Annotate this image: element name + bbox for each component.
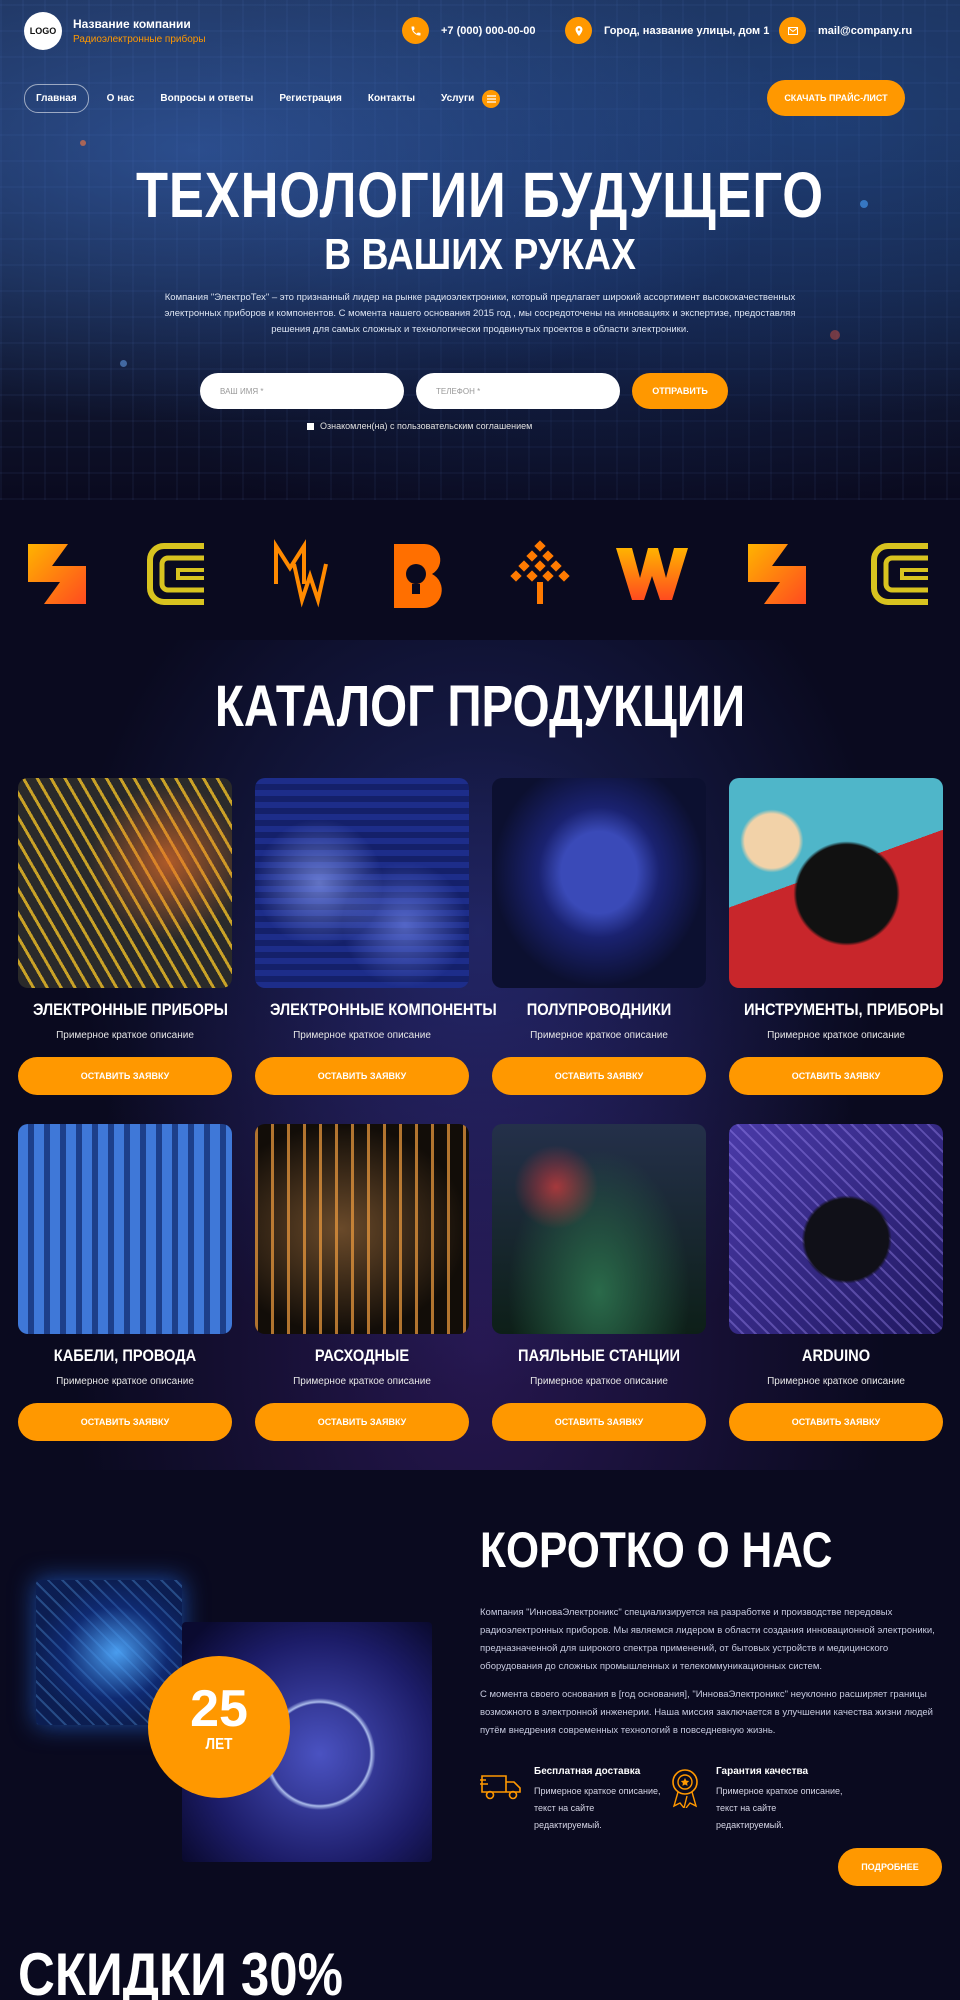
brand-logo-circuit-c-2 [871,543,928,605]
mail-icon [779,17,806,44]
name-input[interactable]: ВАШ ИМЯ * [200,373,404,409]
phone-text: +7 (000) 000-00-00 [441,24,536,37]
product-name: ИНСТРУМЕНТЫ, ПРИБОРЫ [743,1000,944,1019]
request-button[interactable]: ОСТАВИТЬ ЗАЯВКУ [255,1403,469,1441]
award-medal-icon [672,1769,698,1808]
nav-services[interactable]: Услуги [441,93,474,104]
feature-delivery-desc: Примерное краткое описание, текст на сай… [534,1786,661,1830]
years-label: ЛЕТ [205,1736,233,1753]
product-name: РАСХОДНЫЕ [314,1346,410,1365]
product-image [18,778,232,988]
company-name: Название компании [73,17,191,31]
company-subtitle: Радиоэлектронные приборы [73,34,206,45]
nav-registration[interactable]: Регистрация [279,93,342,104]
more-button[interactable]: ПОДРОБНЕЕ [838,1848,942,1886]
about-paragraph-1: Компания "ИнноваЭлектроникс" специализир… [480,1607,935,1672]
product-image [492,1124,706,1334]
request-button[interactable]: ОСТАВИТЬ ЗАЯВКУ [729,1057,943,1095]
brand-logo-lightning-s-2 [748,544,806,604]
hero-title: ТЕХНОЛОГИИ БУДУЩЕГО [136,159,824,231]
consent-checkbox[interactable]: Ознакомлен(на) с пользовательским соглаш… [307,421,532,431]
catalog-title: КАТАЛОГ ПРОДУКЦИИ [214,674,746,739]
logo[interactable]: LOGO [24,12,62,50]
main-nav: Главная О нас Вопросы и ответы Регистрац… [24,84,501,113]
product-image [492,778,706,988]
email-text: mail@company.ru [818,24,913,37]
nav-home[interactable]: Главная [24,84,89,113]
brand-logo-lightning-s [28,544,86,604]
years-number: 25 [190,1680,248,1738]
request-button[interactable]: ОСТАВИТЬ ЗАЯВКУ [18,1057,232,1095]
checkbox-icon[interactable] [307,422,314,430]
product-name: ПАЯЛЬНЫЕ СТАНЦИИ [517,1346,681,1365]
product-desc: Примерное краткое описание [56,1376,194,1387]
request-button[interactable]: ОСТАВИТЬ ЗАЯВКУ [255,1057,469,1095]
about-paragraph-2: С момента своего основания в [год основа… [480,1689,933,1736]
nav-faq[interactable]: Вопросы и ответы [160,93,253,104]
catalog-card: ПОЛУПРОВОДНИКИ Примерное краткое описани… [492,778,706,1095]
hero-subtitle: В ВАШИХ РУКАХ [324,230,636,279]
about-title: КОРОТКО О НАС [480,1522,833,1578]
feature-quality-title: Гарантия качества [716,1766,809,1777]
product-image [729,778,943,988]
product-name: ARDUINO [801,1346,871,1365]
phone-input[interactable]: ТЕЛЕФОН * [416,373,620,409]
header-phone[interactable]: +7 (000) 000-00-00 [402,17,535,44]
location-icon [565,17,592,44]
product-desc: Примерное краткое описание [530,1030,668,1041]
truck-icon [480,1775,521,1800]
nav-contacts[interactable]: Контакты [368,93,415,104]
feature-quality-desc: Примерное краткое описание, текст на сай… [716,1786,843,1830]
request-button[interactable]: ОСТАВИТЬ ЗАЯВКУ [492,1403,706,1441]
feature-quality: Гарантия качества Примерное краткое опис… [666,1766,844,1834]
header-email[interactable]: mail@company.ru [779,17,912,44]
product-name: ПОЛУПРОВОДНИКИ [526,1000,672,1019]
product-name: ЭЛЕКТРОННЫЕ ПРИБОРЫ [32,1000,228,1019]
send-button[interactable]: ОТПРАВИТЬ [632,373,728,409]
download-price-button[interactable]: СКАЧАТЬ ПРАЙС-ЛИСТ [767,80,905,116]
catalog-card: ЭЛЕКТРОННЫЕ ПРИБОРЫ Примерное краткое оп… [18,778,232,1095]
catalog-card: КАБЕЛИ, ПРОВОДА Примерное краткое описан… [18,1124,232,1441]
brand-logos [0,536,960,612]
product-image [255,778,469,988]
product-desc: Примерное краткое описание [530,1376,668,1387]
product-image [729,1124,943,1334]
discount-title: СКИДКИ 30% [18,1941,343,2000]
request-button[interactable]: ОСТАВИТЬ ЗАЯВКУ [492,1057,706,1095]
brand-logo-mw [274,539,328,608]
consent-label: Ознакомлен(на) с пользовательским соглаш… [320,421,533,431]
catalog-card: ARDUINO Примерное краткое описание ОСТАВ… [729,1124,943,1441]
product-name: ЭЛЕКТРОННЫЕ КОМПОНЕНТЫ [269,1000,497,1019]
nav-about[interactable]: О нас [107,93,135,104]
catalog-card: ЭЛЕКТРОННЫЕ КОМПОНЕНТЫ Примерное краткое… [255,778,497,1095]
product-image [18,1124,232,1334]
product-name: КАБЕЛИ, ПРОВОДА [53,1346,197,1365]
feature-delivery-title: Бесплатная доставка [534,1766,641,1777]
catalog-card: ИНСТРУМЕНТЫ, ПРИБОРЫ Примерное краткое о… [729,778,943,1095]
services-menu-icon[interactable] [482,89,501,108]
years-badge: 25 ЛЕТ [148,1656,290,1798]
request-button[interactable]: ОСТАВИТЬ ЗАЯВКУ [18,1403,232,1441]
brand-logo-diamond-tree [510,540,570,604]
request-button[interactable]: ОСТАВИТЬ ЗАЯВКУ [729,1403,943,1441]
brand-logo-circuit-c [147,543,204,605]
product-desc: Примерное краткое описание [293,1376,431,1387]
phone-icon [402,17,429,44]
catalog-card: РАСХОДНЫЕ Примерное краткое описание ОСТ… [255,1124,469,1441]
product-desc: Примерное краткое описание [767,1030,905,1041]
product-desc: Примерное краткое описание [767,1376,905,1387]
catalog-card: ПАЯЛЬНЫЕ СТАНЦИИ Примерное краткое описа… [492,1124,706,1441]
header-address: Город, название улицы, дом 1 [565,17,769,44]
feature-delivery: Бесплатная доставка Примерное краткое оп… [480,1766,662,1834]
product-desc: Примерное краткое описание [293,1030,431,1041]
brand-logo-bulb-b [394,543,442,608]
brand-logo-w [616,548,688,600]
product-desc: Примерное краткое описание [56,1030,194,1041]
hero-description: Компания "ЭлектроТех" – это признанный л… [164,292,796,335]
product-image [255,1124,469,1334]
address-text: Город, название улицы, дом 1 [604,24,770,37]
